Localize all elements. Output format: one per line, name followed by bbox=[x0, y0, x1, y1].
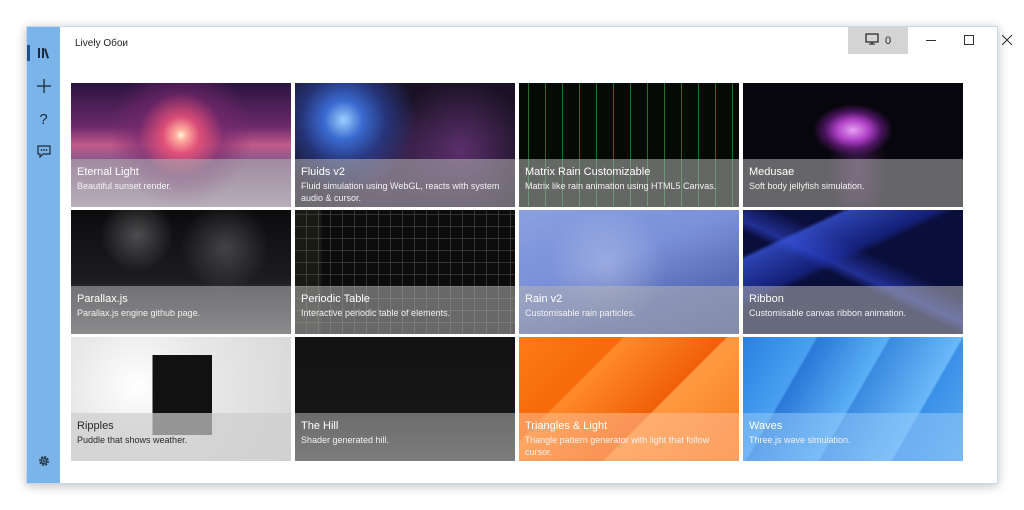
wallpaper-caption: Rain v2 Customisable rain particles. bbox=[519, 286, 739, 334]
wallpaper-card[interactable]: Triangles & Light Triangle pattern gener… bbox=[519, 337, 739, 461]
wallpaper-caption: Matrix Rain Customizable Matrix like rai… bbox=[519, 159, 739, 207]
title-bar: Lively Обои 0 bbox=[60, 27, 1013, 59]
wallpaper-title: Triangles & Light bbox=[525, 420, 608, 432]
minimize-icon bbox=[926, 32, 936, 50]
wallpaper-title: Medusae bbox=[749, 166, 795, 178]
wallpaper-card[interactable]: Matrix Rain Customizable Matrix like rai… bbox=[519, 83, 739, 207]
help-icon: ? bbox=[39, 110, 48, 128]
wallpaper-description: Fluid simulation using WebGL, reacts wit… bbox=[301, 181, 500, 203]
wallpaper-description: Parallax.js engine github page. bbox=[77, 308, 201, 318]
wallpaper-title: Ribbon bbox=[749, 293, 784, 305]
screen-count: 0 bbox=[884, 34, 892, 47]
feedback-icon bbox=[36, 144, 51, 158]
wallpaper-caption: Fluids v2 Fluid simulation using WebGL, … bbox=[295, 159, 515, 207]
minimize-button[interactable] bbox=[912, 27, 950, 54]
wallpaper-description: Matrix like rain animation using HTML5 C… bbox=[525, 181, 717, 191]
wallpaper-caption: Medusae Soft body jellyfish simulation. bbox=[743, 159, 963, 207]
wallpaper-card[interactable]: Eternal Light Beautiful sunset render. bbox=[71, 83, 291, 207]
wallpaper-card[interactable]: The Hill Shader generated hill. bbox=[295, 337, 515, 461]
wallpaper-card[interactable]: Rain v2 Customisable rain particles. bbox=[519, 210, 739, 334]
wallpaper-title: Waves bbox=[749, 420, 783, 432]
wallpaper-card[interactable]: Fluids v2 Fluid simulation using WebGL, … bbox=[295, 83, 515, 207]
wallpaper-title: The Hill bbox=[301, 420, 339, 432]
wallpaper-caption: Ripples Puddle that shows weather. bbox=[71, 413, 291, 461]
wallpaper-description: Triangle pattern generator with light th… bbox=[525, 435, 710, 457]
maximize-icon bbox=[964, 32, 974, 50]
wallpaper-caption: Triangles & Light Triangle pattern gener… bbox=[519, 413, 739, 461]
close-button[interactable] bbox=[988, 27, 1024, 54]
wallpaper-description: Soft body jellyfish simulation. bbox=[749, 181, 865, 191]
wallpaper-caption: Eternal Light Beautiful sunset render. bbox=[71, 159, 291, 207]
wallpaper-card[interactable]: Medusae Soft body jellyfish simulation. bbox=[743, 83, 963, 207]
wallpaper-card[interactable]: Ripples Puddle that shows weather. bbox=[71, 337, 291, 461]
wallpaper-caption: Waves Three.js wave simulation. bbox=[743, 413, 963, 461]
library-button[interactable] bbox=[27, 39, 60, 67]
wallpaper-description: Shader generated hill. bbox=[301, 435, 390, 445]
wallpaper-title: Matrix Rain Customizable bbox=[525, 166, 651, 178]
help-button[interactable]: ? bbox=[27, 105, 60, 133]
wallpaper-title: Ripples bbox=[77, 420, 114, 432]
wallpaper-title: Parallax.js bbox=[77, 293, 128, 305]
wallpaper-title: Fluids v2 bbox=[301, 166, 346, 178]
plus-icon bbox=[36, 79, 51, 93]
wallpaper-caption: Parallax.js Parallax.js engine github pa… bbox=[71, 286, 291, 334]
wallpaper-title: Rain v2 bbox=[525, 293, 563, 305]
gear-icon bbox=[37, 454, 51, 468]
wallpaper-card[interactable]: Waves Three.js wave simulation. bbox=[743, 337, 963, 461]
wallpaper-caption: Periodic Table Interactive periodic tabl… bbox=[295, 286, 515, 334]
wallpaper-caption: The Hill Shader generated hill. bbox=[295, 413, 515, 461]
app-title: Lively Обои bbox=[75, 38, 128, 49]
wallpaper-card[interactable]: Parallax.js Parallax.js engine github pa… bbox=[71, 210, 291, 334]
library-icon bbox=[37, 47, 51, 59]
wallpaper-description: Customisable canvas ribbon animation. bbox=[749, 308, 907, 318]
maximize-button[interactable] bbox=[950, 27, 988, 54]
wallpaper-description: Interactive periodic table of elements. bbox=[301, 308, 451, 318]
wallpaper-description: Customisable rain particles. bbox=[525, 308, 636, 318]
wallpaper-title: Eternal Light bbox=[77, 166, 139, 178]
screen-selector-button[interactable]: 0 bbox=[848, 27, 908, 54]
wallpaper-description: Three.js wave simulation. bbox=[749, 435, 851, 445]
add-wallpaper-button[interactable] bbox=[27, 72, 60, 100]
wallpaper-title: Periodic Table bbox=[301, 293, 370, 305]
sidebar: ? bbox=[27, 27, 60, 483]
wallpaper-card[interactable]: Periodic Table Interactive periodic tabl… bbox=[295, 210, 515, 334]
feedback-button[interactable] bbox=[27, 137, 60, 165]
wallpaper-card[interactable]: Ribbon Customisable canvas ribbon animat… bbox=[743, 210, 963, 334]
wallpaper-description: Beautiful sunset render. bbox=[77, 181, 172, 191]
app-window: ? Lively Обои 0 Eternal Light Beautiful … bbox=[26, 26, 1013, 484]
wallpaper-grid: Eternal Light Beautiful sunset render. F… bbox=[71, 83, 963, 463]
wallpaper-caption: Ribbon Customisable canvas ribbon animat… bbox=[743, 286, 963, 334]
monitor-icon bbox=[865, 33, 879, 48]
wallpaper-description: Puddle that shows weather. bbox=[77, 435, 188, 445]
settings-button[interactable] bbox=[27, 447, 60, 475]
close-icon bbox=[1001, 32, 1013, 50]
